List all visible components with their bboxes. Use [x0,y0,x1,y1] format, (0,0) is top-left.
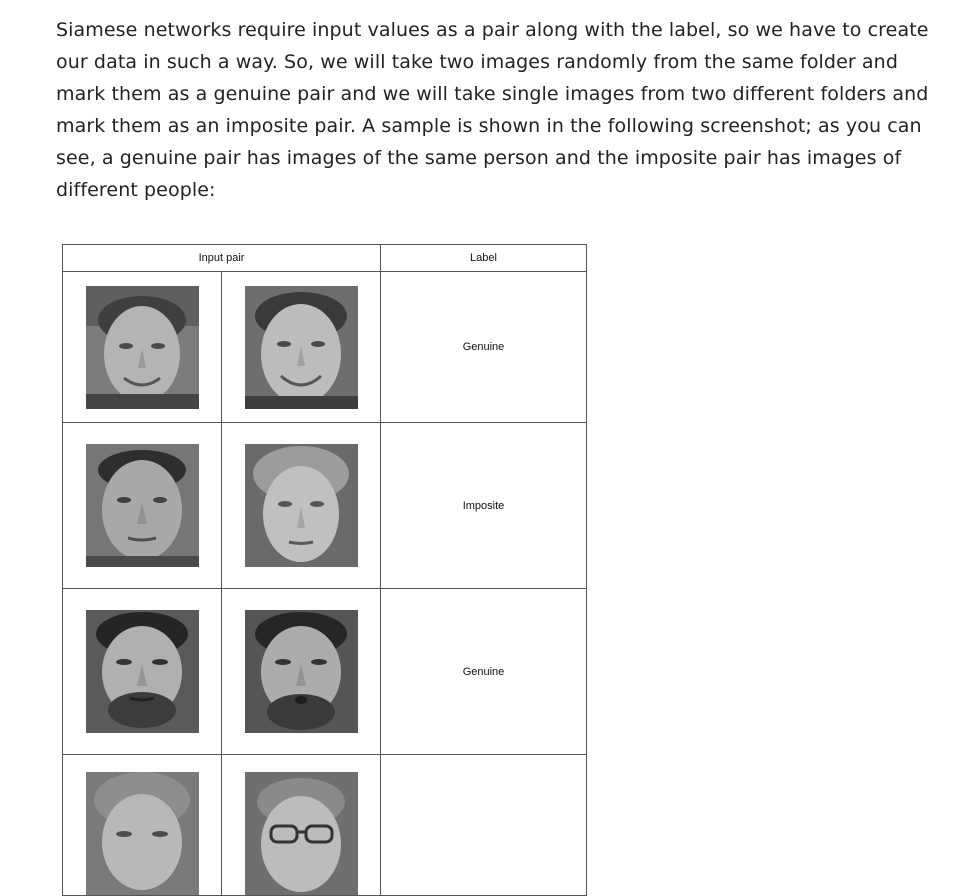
face-photo-bearded-man [85,610,199,733]
face-photo-man-glasses-partial [244,772,358,895]
left-image-cell [62,271,222,423]
face-photo-bearded-man [244,610,358,733]
table-row: Genuine [62,588,587,755]
left-image-cell [62,422,222,589]
table-row [62,754,587,896]
body-paragraph: Siamese networks require input values as… [56,19,929,201]
sample-pairs-table: Input pair Label Genuine Imposite Genuin… [62,244,587,896]
right-image-cell [221,754,381,896]
face-photo-young-man-smiling [85,285,199,409]
table-row: Genuine [62,271,587,423]
label-cell [380,754,587,896]
table-row: Imposite [62,422,587,589]
label-header: Label [380,244,587,272]
label-cell: Imposite [380,422,587,589]
right-image-cell [221,422,381,589]
face-photo-young-man-smiling [244,285,358,409]
right-image-cell [221,271,381,423]
face-photo-man-short-hair [85,444,199,567]
sample-pairs-figure: Input pair Label Genuine Imposite Genuin… [62,244,589,896]
table-header-row: Input pair Label [62,244,587,272]
face-photo-man-light-hair [244,444,358,567]
left-image-cell [62,754,222,896]
face-photo-man-partial [85,772,199,895]
input-pair-header: Input pair [62,244,381,272]
left-image-cell [62,588,222,755]
label-cell: Genuine [380,271,587,423]
right-image-cell [221,588,381,755]
label-cell: Genuine [380,588,587,755]
